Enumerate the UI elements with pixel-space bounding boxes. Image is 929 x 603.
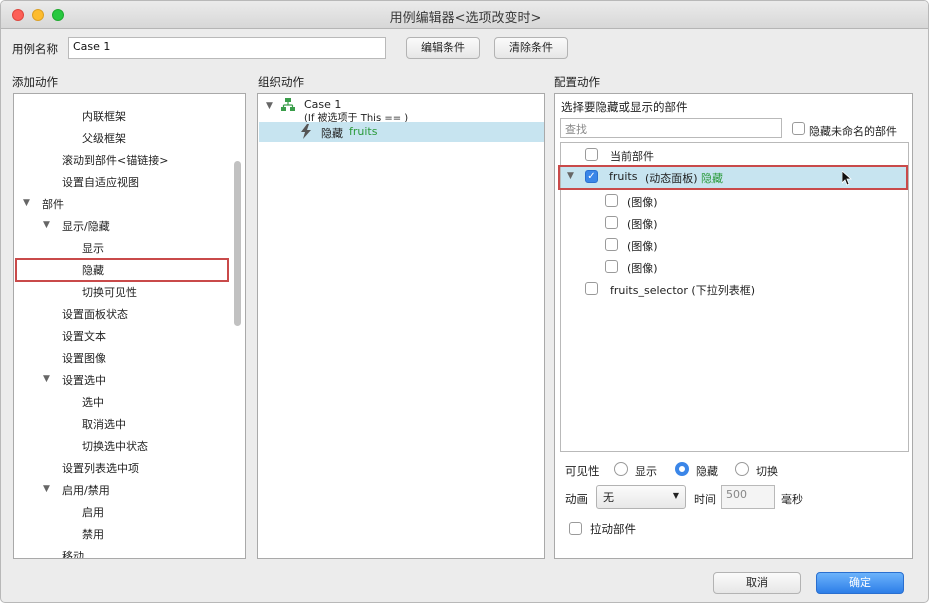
time-input[interactable]: 500 [721, 485, 775, 509]
dropdown-arrow-icon: ▼ [672, 491, 679, 500]
title-bar: 用例编辑器<选项改变时> [1, 1, 928, 29]
animation-label: 动画 [565, 492, 588, 506]
tree-item-deselect[interactable]: 取消选中 [82, 416, 126, 432]
drag-widget-label: 拉动部件 [590, 522, 636, 536]
add-action-scrollbar[interactable] [234, 161, 241, 326]
expand-triangle-icon[interactable]: ▼ [266, 101, 273, 111]
drag-widget-checkbox[interactable] [569, 522, 582, 535]
configure-action-heading: 配置动作 [554, 75, 600, 89]
tree-item-select[interactable]: 选中 [82, 394, 104, 410]
expand-triangle-icon[interactable]: ▼ [43, 484, 50, 494]
cancel-button[interactable]: 取消 [713, 572, 801, 594]
tree-item-parent-frame[interactable]: 父级框架 [82, 130, 126, 146]
expand-triangle-icon[interactable]: ▼ [43, 374, 50, 384]
ms-label: 毫秒 [781, 493, 803, 506]
organize-action-panel: ▼ Case 1 (If 被选项于 This == ) 隐藏 fruits [257, 93, 545, 559]
image-3-label: (图像) [627, 240, 658, 253]
tree-item-enable[interactable]: 启用 [82, 504, 104, 520]
visibility-hide-label: 隐藏 [696, 465, 718, 478]
case-editor-window: 用例编辑器<选项改变时> 用例名称 Case 1 编辑条件 清除条件 添加动作 … [0, 0, 929, 603]
clipped-item [54, 94, 164, 96]
window-title: 用例编辑器<选项改变时> [389, 11, 542, 26]
tree-item-set-text[interactable]: 设置文本 [62, 328, 106, 344]
configure-action-panel: 选择要隐藏或显示的部件 查找 隐藏未命名的部件 当前部件 ▼ ✓ fruits … [554, 93, 913, 559]
organize-action-heading: 组织动作 [258, 75, 304, 89]
image-4-checkbox[interactable] [605, 260, 618, 273]
tree-item-scroll-to-widget[interactable]: 滚动到部件<锚链接> [62, 152, 168, 168]
image-2-label: (图像) [627, 218, 658, 231]
clear-conditions-button[interactable]: 清除条件 [494, 37, 568, 59]
configure-subtitle: 选择要隐藏或显示的部件 [561, 100, 688, 114]
animation-value: 无 [603, 491, 614, 504]
annotation-highlight-box [558, 165, 908, 190]
expand-triangle-icon[interactable]: ▼ [43, 220, 50, 230]
image-1-label: (图像) [627, 196, 658, 209]
action-row-selected[interactable]: 隐藏 fruits [259, 122, 544, 142]
visibility-hide-radio[interactable] [675, 462, 689, 476]
visibility-toggle-label: 切换 [756, 465, 778, 478]
image-3-checkbox[interactable] [605, 238, 618, 251]
widget-search-input[interactable]: 查找 [560, 118, 782, 138]
tree-item-disable[interactable]: 禁用 [82, 526, 104, 542]
lightning-icon [300, 124, 312, 139]
action-prefix: 隐藏 [321, 127, 343, 140]
hide-unnamed-checkbox[interactable] [792, 122, 805, 135]
expand-triangle-icon[interactable]: ▼ [23, 198, 30, 208]
tree-item-enable-disable[interactable]: 启用/禁用 [62, 482, 110, 498]
visibility-toggle-radio[interactable] [735, 462, 749, 476]
case-tree-icon [281, 98, 295, 112]
visibility-label: 可见性 [565, 464, 600, 478]
tree-item-set-list-selection[interactable]: 设置列表选中项 [62, 460, 139, 476]
case-name-label: 用例名称 [12, 42, 58, 56]
current-widget-label: 当前部件 [610, 150, 654, 163]
tree-item-set-adaptive-view[interactable]: 设置自适应视图 [62, 174, 139, 190]
tree-item-set-image[interactable]: 设置图像 [62, 350, 106, 366]
tree-item-move[interactable]: 移动 [62, 548, 84, 558]
fruits-selector-label: fruits_selector (下拉列表框) [610, 284, 755, 297]
tree-item-toggle-selected[interactable]: 切换选中状态 [82, 438, 148, 454]
visibility-show-radio[interactable] [614, 462, 628, 476]
add-action-heading: 添加动作 [12, 75, 58, 89]
tree-item-inline-frame[interactable]: 内联框架 [82, 108, 126, 124]
time-label: 时间 [694, 493, 716, 506]
fruits-selector-checkbox[interactable] [585, 282, 598, 295]
tree-item-show-hide[interactable]: 显示/隐藏 [62, 218, 110, 234]
annotation-highlight-box [15, 258, 229, 282]
tree-item-set-selected[interactable]: 设置选中 [62, 372, 106, 388]
current-widget-checkbox[interactable] [585, 148, 598, 161]
edit-conditions-button[interactable]: 编辑条件 [406, 37, 480, 59]
animation-select[interactable]: 无 ▼ [596, 485, 686, 509]
visibility-show-label: 显示 [635, 465, 657, 478]
image-2-checkbox[interactable] [605, 216, 618, 229]
action-target: fruits [349, 125, 378, 138]
image-1-checkbox[interactable] [605, 194, 618, 207]
ok-button[interactable]: 确定 [816, 572, 904, 594]
add-action-panel: 内联框架 父级框架 滚动到部件<锚链接> 设置自适应视图 ▼ 部件 ▼ 显示/隐… [13, 93, 246, 559]
image-4-label: (图像) [627, 262, 658, 275]
tree-item-toggle-visibility[interactable]: 切换可见性 [82, 284, 137, 300]
tree-item-set-panel-state[interactable]: 设置面板状态 [62, 306, 128, 322]
case-name-input[interactable]: Case 1 [68, 37, 386, 59]
hide-unnamed-label: 隐藏未命名的部件 [809, 125, 897, 138]
tree-item-widgets[interactable]: 部件 [42, 196, 64, 212]
tree-item-show[interactable]: 显示 [82, 240, 104, 256]
